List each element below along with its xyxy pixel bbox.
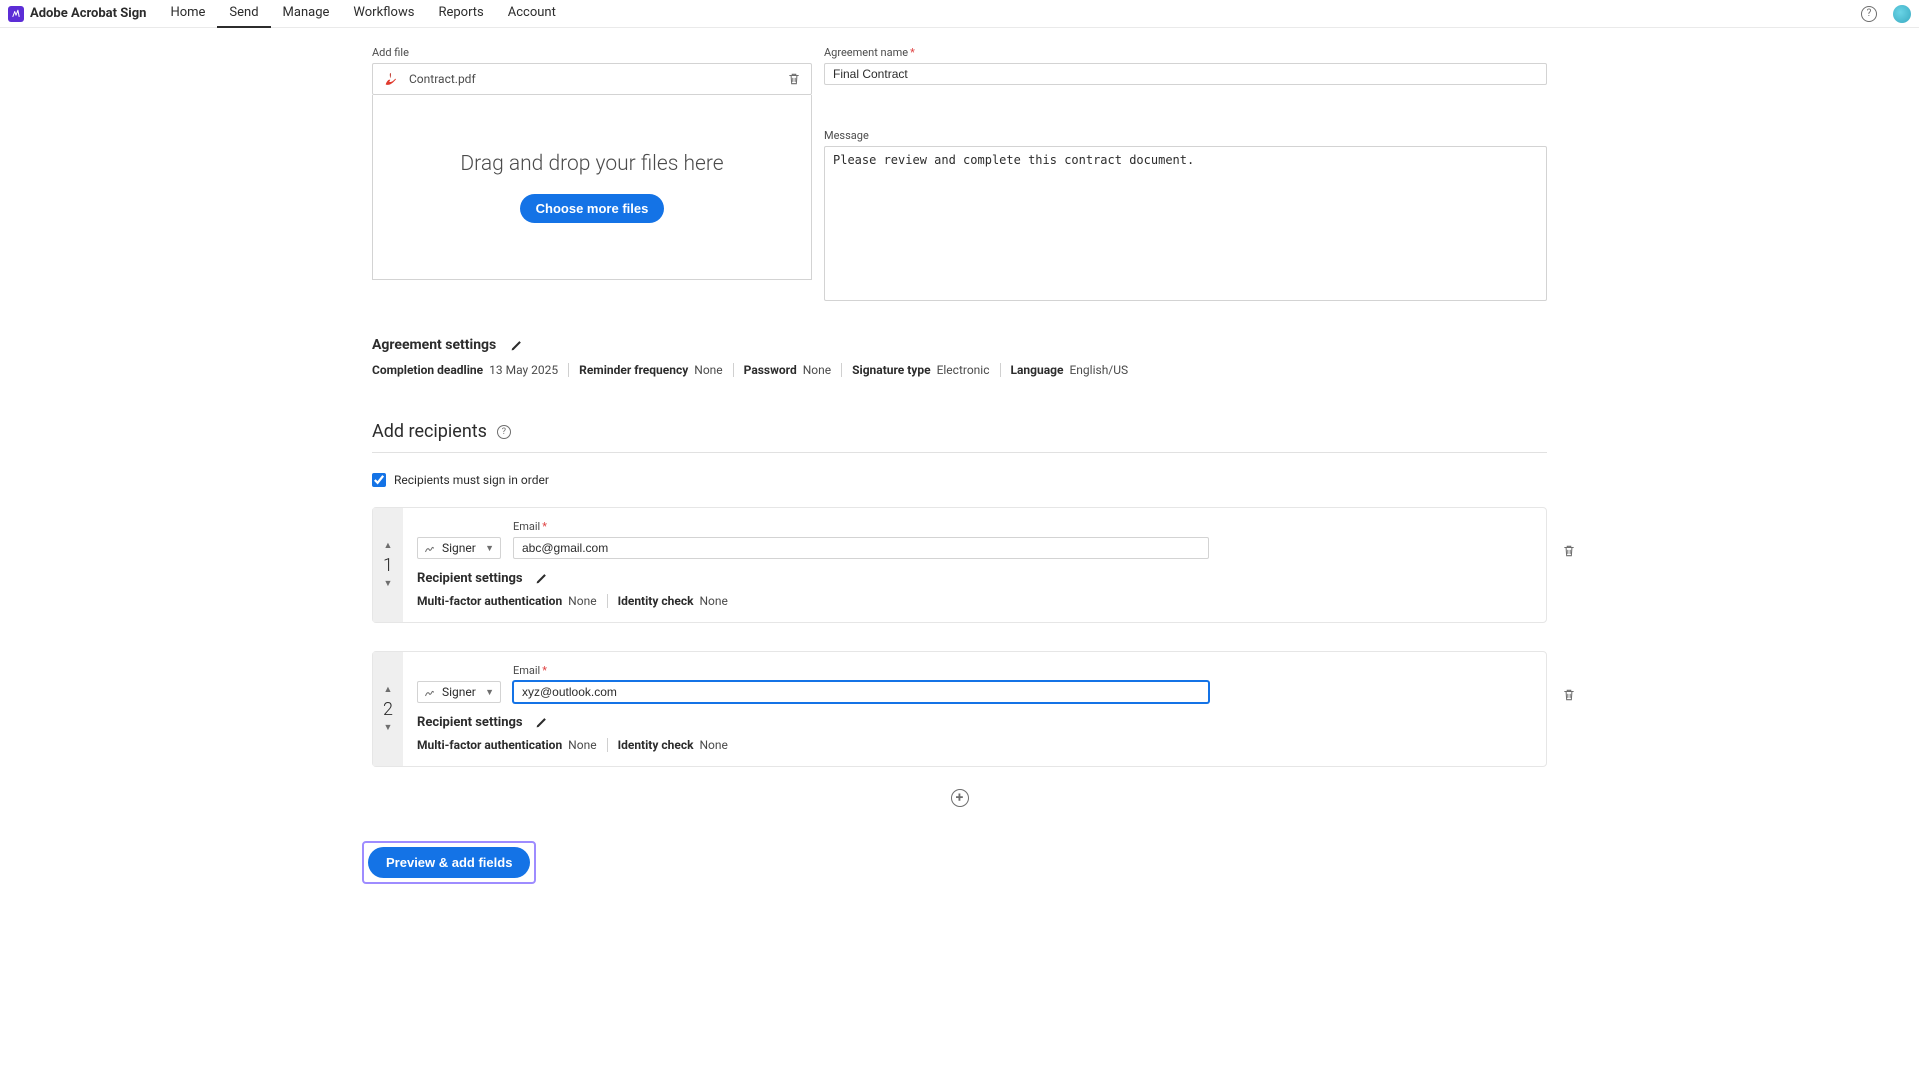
user-avatar[interactable] — [1893, 5, 1911, 23]
recipient-settings-title: Recipient settings — [417, 715, 523, 730]
email-label: Email — [513, 664, 540, 677]
agreement-settings-values: Completion deadline13 May 2025 Reminder … — [372, 363, 1547, 377]
app-title: Adobe Acrobat Sign — [30, 6, 146, 21]
message-textarea[interactable] — [824, 146, 1547, 301]
delete-recipient-icon[interactable] — [1562, 544, 1576, 558]
recipient-index: 1 — [383, 555, 393, 576]
add-file-label: Add file — [372, 46, 812, 59]
chevron-up-icon[interactable]: ▲ — [384, 686, 393, 695]
file-name: Contract.pdf — [409, 72, 476, 86]
preview-highlight-box: Preview & add fields — [362, 841, 536, 884]
message-label: Message — [824, 129, 1547, 142]
agreement-name-input[interactable] — [824, 63, 1547, 85]
agreement-settings-title: Agreement settings — [372, 337, 496, 353]
recipient-role-select[interactable]: Signer ▼ — [417, 537, 501, 559]
recipient-index: 2 — [383, 699, 393, 720]
choose-more-files-button[interactable]: Choose more files — [520, 194, 665, 223]
nav-home[interactable]: Home — [158, 0, 217, 28]
top-bar-right: ? — [1861, 5, 1911, 23]
delete-recipient-icon[interactable] — [1562, 688, 1576, 702]
chevron-down-icon: ▼ — [485, 543, 494, 554]
delete-file-icon[interactable] — [787, 72, 801, 86]
recipient-handle[interactable]: ▲ 1 ▼ — [373, 508, 403, 622]
primary-nav: Home Send Manage Workflows Reports Accou… — [158, 0, 567, 28]
divider — [372, 452, 1547, 453]
chevron-down-icon[interactable]: ▼ — [384, 580, 393, 589]
nav-manage[interactable]: Manage — [271, 0, 342, 28]
recipient-role-select[interactable]: Signer ▼ — [417, 681, 501, 703]
dropzone-text: Drag and drop your files here — [460, 152, 723, 176]
chevron-down-icon: ▼ — [485, 687, 494, 698]
edit-agreement-settings-icon[interactable] — [510, 339, 523, 352]
pdf-icon — [383, 71, 399, 87]
recipient-card-1: ▲ 1 ▼ Signer ▼ Email* — [372, 507, 1547, 623]
chevron-up-icon[interactable]: ▲ — [384, 542, 393, 551]
preview-add-fields-button[interactable]: Preview & add fields — [368, 847, 530, 878]
signer-icon — [424, 686, 436, 698]
page-content: Add file Contract.pdf Drag and drop your… — [372, 28, 1547, 924]
chevron-down-icon[interactable]: ▼ — [384, 724, 393, 733]
nav-account[interactable]: Account — [496, 0, 568, 28]
help-icon[interactable]: ? — [1861, 6, 1877, 22]
recipients-info-icon[interactable]: ? — [497, 425, 511, 439]
top-bar-left: Adobe Acrobat Sign Home Send Manage Work… — [8, 0, 568, 28]
add-recipients-title: Add recipients — [372, 421, 487, 442]
recipient-email-input[interactable] — [513, 537, 1209, 559]
nav-workflows[interactable]: Workflows — [341, 0, 426, 28]
sign-in-order-checkbox[interactable] — [372, 473, 386, 487]
top-bar: Adobe Acrobat Sign Home Send Manage Work… — [0, 0, 1919, 28]
edit-recipient-settings-icon[interactable] — [535, 572, 548, 585]
nav-send[interactable]: Send — [217, 0, 270, 28]
nav-reports[interactable]: Reports — [426, 0, 495, 28]
signer-icon — [424, 542, 436, 554]
recipient-card-2: ▲ 2 ▼ Signer ▼ Email* — [372, 651, 1547, 767]
app-logo-icon — [8, 6, 24, 22]
sign-in-order-label: Recipients must sign in order — [394, 473, 549, 487]
file-dropzone[interactable]: Drag and drop your files here Choose mor… — [372, 95, 812, 280]
recipient-settings-title: Recipient settings — [417, 571, 523, 586]
email-label: Email — [513, 520, 540, 533]
add-recipient-button[interactable]: + — [951, 789, 969, 807]
recipient-handle[interactable]: ▲ 2 ▼ — [373, 652, 403, 766]
edit-recipient-settings-icon[interactable] — [535, 716, 548, 729]
file-row: Contract.pdf — [372, 63, 812, 95]
agreement-name-label: Agreement name* — [824, 46, 1547, 59]
recipient-email-input[interactable] — [513, 681, 1209, 703]
